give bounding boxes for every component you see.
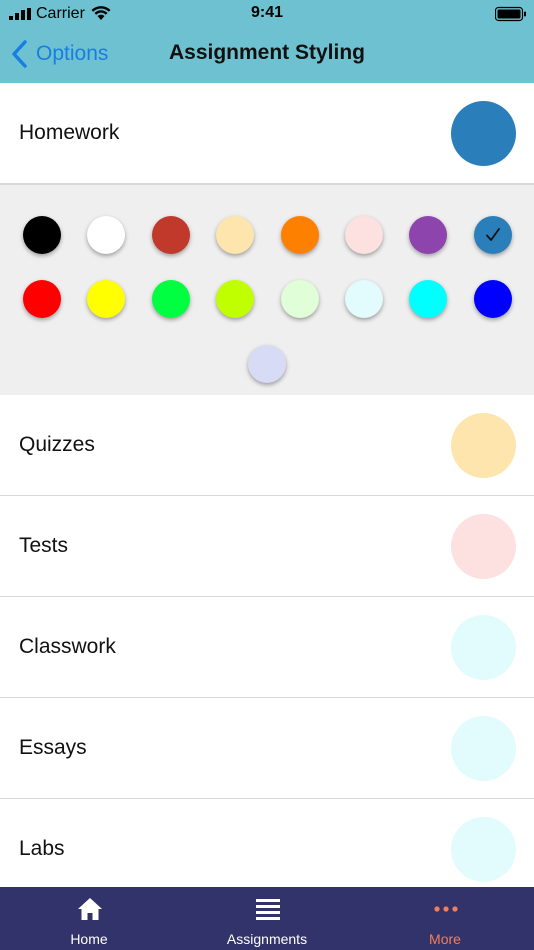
assignment-row-quizzes[interactable]: Quizzes bbox=[0, 395, 534, 496]
palette-swatch[interactable] bbox=[474, 216, 512, 254]
battery-icon bbox=[495, 6, 526, 22]
tab-label: Assignments bbox=[226, 931, 308, 947]
palette-swatch[interactable] bbox=[345, 280, 383, 318]
tab-bar: Home Assignments More bbox=[0, 887, 534, 950]
assignment-row-tests[interactable]: Tests bbox=[0, 496, 534, 597]
checkmark-icon bbox=[486, 228, 500, 241]
tab-home[interactable]: Home bbox=[0, 887, 178, 950]
palette-swatch[interactable] bbox=[87, 216, 125, 254]
palette-swatch[interactable] bbox=[409, 280, 447, 318]
assignment-label: Tests bbox=[19, 534, 69, 557]
palette-swatch[interactable] bbox=[23, 216, 61, 254]
tab-more[interactable]: More bbox=[356, 887, 534, 950]
color-swatch[interactable] bbox=[451, 101, 516, 166]
page-title: Assignment Styling bbox=[168, 41, 366, 64]
color-swatch[interactable] bbox=[451, 615, 516, 680]
color-swatch[interactable] bbox=[451, 716, 516, 781]
palette-swatch[interactable] bbox=[345, 216, 383, 254]
palette-swatch[interactable] bbox=[248, 345, 286, 383]
assignment-row-labs[interactable]: Labs bbox=[0, 799, 534, 887]
assignment-label: Homework bbox=[19, 121, 120, 144]
assignment-row-homework[interactable]: Homework bbox=[0, 83, 534, 184]
palette-swatch[interactable] bbox=[216, 280, 254, 318]
palette-swatch[interactable] bbox=[281, 216, 319, 254]
palette-swatch[interactable] bbox=[152, 216, 190, 254]
status-bar: Carrier 9:41 bbox=[0, 0, 534, 28]
palette-swatch[interactable] bbox=[23, 280, 61, 318]
color-swatch[interactable] bbox=[451, 817, 516, 882]
list-icon bbox=[256, 899, 280, 920]
palette-swatch[interactable] bbox=[409, 216, 447, 254]
assignment-label: Essays bbox=[19, 736, 87, 759]
palette-swatch[interactable] bbox=[281, 280, 319, 318]
palette-swatch[interactable] bbox=[474, 280, 512, 318]
palette-swatch[interactable] bbox=[87, 280, 125, 318]
more-dots-icon bbox=[434, 906, 458, 912]
assignment-label: Labs bbox=[19, 837, 65, 860]
color-picker-panel bbox=[0, 184, 534, 395]
palette-swatch[interactable] bbox=[152, 280, 190, 318]
color-swatch[interactable] bbox=[451, 514, 516, 579]
tab-assignments[interactable]: Assignments bbox=[178, 887, 356, 950]
assignment-row-essays[interactable]: Essays bbox=[0, 698, 534, 799]
navigation-header: Carrier 9:41 Options Assignment Styling bbox=[0, 0, 534, 83]
tab-label: Home bbox=[70, 931, 108, 947]
palette-swatch[interactable] bbox=[216, 216, 254, 254]
assignment-row-classwork[interactable]: Classwork bbox=[0, 597, 534, 698]
tab-label: More bbox=[429, 931, 461, 947]
assignment-label: Classwork bbox=[19, 635, 116, 658]
color-swatch[interactable] bbox=[451, 413, 516, 478]
assignment-label: Quizzes bbox=[19, 433, 95, 456]
home-icon bbox=[78, 898, 102, 920]
clock-time: 9:41 bbox=[250, 4, 284, 21]
